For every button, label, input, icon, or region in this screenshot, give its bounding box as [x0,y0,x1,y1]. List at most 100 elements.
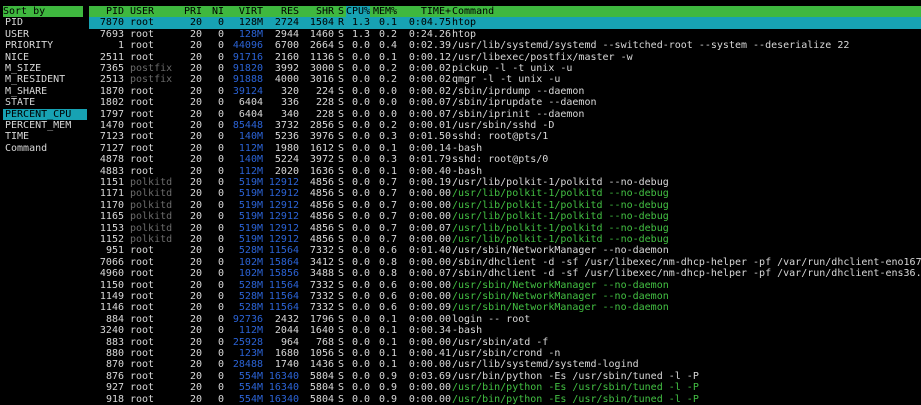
sort-option-percent-cpu[interactable]: PERCENT_CPU [3,108,87,120]
col-state-header[interactable]: S [338,6,346,17]
process-virt: 140M [238,131,263,143]
process-row[interactable]: 1165 polkitd 20 0 519M 12912 4856 S 0.0 0.7 0:00.0… [89,211,921,222]
process-row[interactable]: 2513 postfix 20 0 91888 4000 3016 S 0.0 0.2 0:00.0… [89,74,921,85]
process-command: /usr/sbin/NetworkManager --no-daemon [452,291,669,302]
process-mem: 0.1 [378,313,397,325]
process-command: /sbin/iprupdate --daemon [452,97,597,109]
process-command: /usr/lib/polkit-1/polkitd --no-debug [452,177,669,188]
sort-option-pid[interactable]: PID [3,17,87,28]
sort-option-user[interactable]: USER [3,29,87,40]
sort-option-command[interactable]: Command [3,143,87,154]
process-pid: 4878 [99,154,124,166]
process-pid: 880 [105,348,124,359]
process-state: S [338,348,345,359]
process-virt: 91820 [232,63,263,74]
process-row[interactable]: 7066 root 20 0 102M 15864 3412 S 0.0 0.8 0:00.00/s… [89,257,921,268]
process-row[interactable]: 1170 polkitd 20 0 519M 12912 4856 S 0.0 0.7 0:00.0… [89,200,921,211]
sort-option-nice[interactable]: NICE [3,52,87,63]
col-virt-header[interactable]: VIRT [229,6,263,17]
process-user: root [130,17,155,29]
process-user: polkitd [130,222,173,234]
col-res-header[interactable]: RES [267,6,299,17]
process-command: qmgr -l -t unix -u [452,74,561,86]
process-row[interactable]: 4878 root 20 0 140M 5224 3972 S 0.0 0.3 0:01.79 ssh… [89,154,921,165]
process-pid: 883 [105,336,124,348]
sort-option-time[interactable]: TIME [3,131,87,142]
process-row[interactable]: 7365 postfix 20 0 91820 3992 3000 S 0.0 0.2 0:00.0… [89,63,921,74]
process-user: root [130,291,155,302]
process-pid: 884 [105,313,124,325]
sort-option-m-size[interactable]: M_SIZE [3,63,87,74]
process-cpu: 0.0 [351,40,370,52]
col-ni-header[interactable]: NI [206,6,224,17]
process-row[interactable]: 1802 root 20 0 6404 336 228 S 0.0 0.0 0:00.07/sbin… [89,97,921,108]
process-row[interactable]: 1470 root 20 0 85448 3732 2856 S 0.0 0.2 0:00.01/u… [89,120,921,131]
col-time-header[interactable]: TIME+ [405,6,451,17]
col-pri-header[interactable]: PRI [184,6,202,17]
col-shr-header[interactable]: SHR [302,6,334,17]
process-cpu: 0.0 [351,165,370,177]
process-row[interactable]: 7123 root 20 0 140M 5236 3976 S 0.0 0.3 0:01.50 ssh… [89,131,921,142]
process-cpu: 0.0 [351,302,370,314]
sort-option-percent-mem[interactable]: PERCENT_MEM [3,120,87,131]
process-row[interactable]: 1 root 20 0 44096 6700 2664 S 0.0 0.4 0:02.39/usr/… [89,40,921,51]
process-mem: 0.6 [378,245,397,257]
process-res: 1980 [274,142,299,154]
process-virt: 112M [238,165,263,177]
process-row[interactable]: 7870 root 20 0 128M 2724 1504 R 1.3 0.1 0:04.75 hto… [89,17,921,29]
process-virt: 102M [238,256,263,268]
process-row[interactable]: 3240 root 20 0 112M 2044 1640 S 0.0 0.1 0:00.34 -ba… [89,325,921,336]
process-row[interactable]: 1146 root 20 0 528M 11564 7332 S 0.0 0.6 0:00.09/u… [89,302,921,313]
process-command: pickup -l -t unix -u [452,63,573,74]
process-row[interactable]: 4883 root 20 0 112M 2020 1636 S 0.0 0.1 0:00.40 -ba… [89,166,921,177]
sort-option-state[interactable]: STATE [3,97,87,108]
process-user: root [130,325,155,337]
process-user: root [130,382,155,394]
process-nice: 0 [217,51,224,63]
process-row[interactable]: 1150 root 20 0 528M 11564 7332 S 0.0 0.6 0:00.00/u… [89,280,921,291]
process-row[interactable]: 876 root 20 0 554M 16340 5804 S 0.0 0.9 0:03.69/us… [89,371,921,382]
col-user-header[interactable]: USER [130,6,182,17]
process-time: 0:04.75 [408,17,451,29]
col-mem-header[interactable]: MEM% [373,6,397,17]
process-row[interactable]: 4960 root 20 0 102M 15856 3488 S 0.0 0.8 0:00.07/s… [89,268,921,279]
col-pid-header[interactable]: PID [89,6,124,17]
sort-option-m-resident[interactable]: M_RESIDENT [3,74,87,85]
process-row[interactable]: 870 root 20 0 28488 1740 1436 S 0.0 0.1 0:00.00/us… [89,359,921,370]
process-row[interactable]: 1149 root 20 0 528M 11564 7332 S 0.0 0.6 0:00.00/u… [89,291,921,302]
process-priority: 20 [189,268,202,280]
col-command-header[interactable]: Command [452,6,921,17]
process-command: /usr/lib/polkit-1/polkitd --no-debug [452,199,669,211]
process-row[interactable]: 951 root 20 0 528M 11564 7332 S 0.0 0.6 0:01.40/us… [89,245,921,256]
col-cpu-header[interactable]: CPU% [346,6,370,18]
process-row[interactable]: 1151 polkitd 20 0 519M 12912 4856 S 0.0 0.7 0:00.1… [89,177,921,188]
process-row[interactable]: 1153 polkitd 20 0 519M 12912 4856 S 0.0 0.7 0:00.0… [89,223,921,234]
process-res: 1740 [274,359,299,371]
process-row[interactable]: 7693 root 20 0 128M 2944 1460 S 1.3 0.2 0:24.26 hto… [89,29,921,40]
sort-option-m-share[interactable]: M_SHARE [3,86,87,97]
process-row[interactable]: 1171 polkitd 20 0 519M 12912 4856 S 0.0 0.7 0:00.0… [89,188,921,199]
process-row[interactable]: 880 root 20 0 123M 1680 1056 S 0.0 0.1 0:00.41/usr… [89,348,921,359]
process-mem: 0.7 [378,211,397,223]
process-priority: 20 [189,85,202,97]
process-row[interactable]: 1152 polkitd 20 0 519M 12912 4856 S 0.0 0.7 0:00.0… [89,234,921,245]
process-row[interactable]: 7127 root 20 0 112M 1980 1612 S 0.0 0.1 0:00.14 -ba… [89,143,921,154]
process-shr: 768 [315,336,334,348]
process-row[interactable]: 2511 root 20 0 91716 2160 1136 S 0.0 0.1 0:00.12/u… [89,52,921,63]
process-virt: 102M [238,268,263,280]
process-nice: 0 [217,131,224,143]
process-priority: 20 [189,97,202,109]
process-row[interactable]: 918 root 20 0 554M 16340 5804 S 0.0 0.9 0:00.00/us… [89,394,921,405]
process-row[interactable]: 1870 root 20 0 39124 320 224 S 0.0 0.0 0:00.02/sbi… [89,86,921,97]
process-priority: 20 [189,359,202,371]
process-row[interactable]: 1797 root 20 0 6404 340 228 S 0.0 0.0 0:00.07/sbin… [89,109,921,120]
process-row[interactable]: 883 root 20 0 25928 964 768 S 0.0 0.1 0:00.00/usr/… [89,337,921,348]
process-shr: 1436 [309,359,334,371]
process-row[interactable]: 884 root 20 0 92736 2432 1796 S 0.0 0.1 0:00.00 log… [89,314,921,325]
process-user: polkitd [130,188,173,200]
process-row[interactable]: 927 root 20 0 554M 16340 5804 S 0.0 0.9 0:00.00/us… [89,382,921,393]
sort-option-priority[interactable]: PRIORITY [3,40,87,51]
process-shr: 4856 [309,234,334,245]
process-cpu: 0.0 [351,382,370,394]
process-virt: 91716 [232,51,263,63]
